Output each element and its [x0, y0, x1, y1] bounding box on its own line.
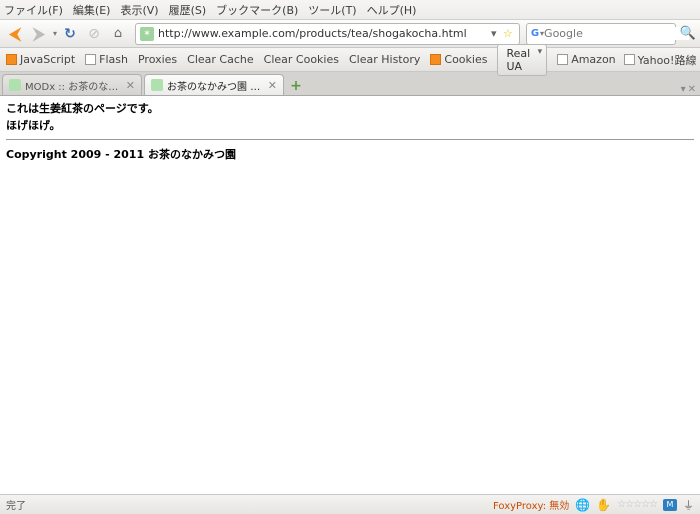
- proxies-button[interactable]: Proxies: [138, 53, 177, 66]
- copyright-text: Copyright 2009 - 2011 お茶のなかみつ園: [6, 146, 694, 162]
- divider: [6, 139, 694, 140]
- search-input[interactable]: [544, 27, 689, 40]
- menu-bar: ファイル(F) 編集(E) 表示(V) 履歴(S) ブックマーク(B) ツール(…: [0, 0, 700, 20]
- checkbox-icon: [557, 54, 568, 65]
- status-bar: 完了 FoxyProxy: 無効 🌐 ✋ ☆☆☆☆☆ M ⏚: [0, 494, 700, 514]
- favicon-icon: [9, 79, 21, 91]
- tab-bar: MODx :: お茶のなかみつ園 ✕ お茶のなかみつ園 - 生姜... ✕ + …: [0, 72, 700, 96]
- globe-icon[interactable]: 🌐: [575, 498, 590, 512]
- tab-close-all-icon[interactable]: ✕: [688, 84, 696, 95]
- bookmark-star-icon[interactable]: ☆: [501, 27, 515, 40]
- search-bar[interactable]: G▾: [526, 23, 676, 45]
- new-tab-button[interactable]: +: [286, 77, 306, 95]
- toggle-flash[interactable]: Flash: [85, 53, 128, 66]
- menu-view[interactable]: 表示(V): [120, 2, 158, 18]
- bookmark-toolbar-links: Amazon Yahoo!路線 英和 和英 Customize: [557, 52, 700, 68]
- content-text: ほげほげ。: [6, 117, 694, 133]
- browser-tab[interactable]: お茶のなかみつ園 - 生姜... ✕: [144, 74, 284, 95]
- browser-tab[interactable]: MODx :: お茶のなかみつ園 ✕: [2, 74, 142, 95]
- search-engine-icon[interactable]: G▾: [531, 27, 544, 41]
- reload-icon: ↻: [64, 26, 76, 42]
- site-identity-icon[interactable]: ✶: [140, 27, 154, 41]
- menu-history[interactable]: 履歴(S): [169, 2, 207, 18]
- clear-cache-button[interactable]: Clear Cache: [187, 53, 253, 66]
- menu-tools[interactable]: ツール(T): [308, 2, 356, 18]
- checkbox-icon: [85, 54, 96, 65]
- status-text: 完了: [6, 497, 26, 512]
- toggle-cookies[interactable]: Cookies: [430, 53, 487, 66]
- rating-stars-icon[interactable]: ☆☆☆☆☆: [617, 499, 657, 510]
- close-tab-icon[interactable]: ✕: [126, 79, 135, 92]
- plug-icon[interactable]: ⏚: [683, 497, 694, 513]
- foxyproxy-status[interactable]: FoxyProxy: 無効: [493, 497, 569, 512]
- tab-title: MODx :: お茶のなかみつ園: [25, 78, 122, 93]
- clear-cookies-button[interactable]: Clear Cookies: [264, 53, 339, 66]
- developer-toolbar: JavaScript Flash Proxies Clear Cache Cle…: [0, 48, 700, 72]
- link-yahoo-transit[interactable]: Yahoo!路線: [624, 52, 697, 68]
- back-button[interactable]: ⮜: [4, 23, 26, 45]
- menu-bookmarks[interactable]: ブックマーク(B): [216, 2, 298, 18]
- user-agent-select[interactable]: Real UA: [497, 44, 547, 76]
- close-tab-icon[interactable]: ✕: [268, 79, 277, 92]
- link-amazon[interactable]: Amazon: [557, 53, 615, 66]
- search-go-icon[interactable]: 🔍: [680, 26, 696, 41]
- reload-button[interactable]: ↻: [59, 23, 81, 45]
- stop-button: ⊘: [83, 23, 105, 45]
- hand-icon[interactable]: ✋: [596, 498, 611, 512]
- home-button[interactable]: ⌂: [107, 23, 129, 45]
- addon-badge-icon[interactable]: M: [663, 499, 677, 511]
- arrow-right-icon: ⮞: [33, 24, 45, 44]
- clear-history-button[interactable]: Clear History: [349, 53, 420, 66]
- tab-title: お茶のなかみつ園 - 生姜...: [167, 78, 264, 93]
- checkbox-icon: [430, 54, 441, 65]
- checkbox-icon: [6, 54, 17, 65]
- url-dropdown-icon[interactable]: ▾: [487, 27, 501, 40]
- url-bar[interactable]: ✶ ▾ ☆: [135, 23, 520, 45]
- history-dropdown-icon[interactable]: ▾: [53, 29, 57, 38]
- content-text: これは生姜紅茶のページです。: [6, 100, 694, 116]
- checkbox-icon: [624, 54, 635, 65]
- home-icon: ⌂: [114, 26, 122, 41]
- forward-button[interactable]: ⮞: [28, 23, 50, 45]
- page-content: これは生姜紅茶のページです。 ほげほげ。 Copyright 2009 - 20…: [0, 96, 700, 494]
- favicon-icon: [151, 79, 163, 91]
- menu-help[interactable]: ヘルプ(H): [367, 2, 417, 18]
- plus-icon: +: [290, 78, 302, 94]
- stop-icon: ⊘: [88, 26, 100, 42]
- url-input[interactable]: [158, 27, 487, 40]
- toggle-javascript[interactable]: JavaScript: [6, 53, 75, 66]
- tab-list-button[interactable]: ▾: [681, 84, 686, 95]
- menu-file[interactable]: ファイル(F): [4, 2, 63, 18]
- menu-edit[interactable]: 編集(E): [73, 2, 111, 18]
- arrow-left-icon: ⮜: [9, 24, 20, 44]
- navigation-toolbar: ⮜ ⮞ ▾ ↻ ⊘ ⌂ ✶ ▾ ☆ G▾ 🔍: [0, 20, 700, 48]
